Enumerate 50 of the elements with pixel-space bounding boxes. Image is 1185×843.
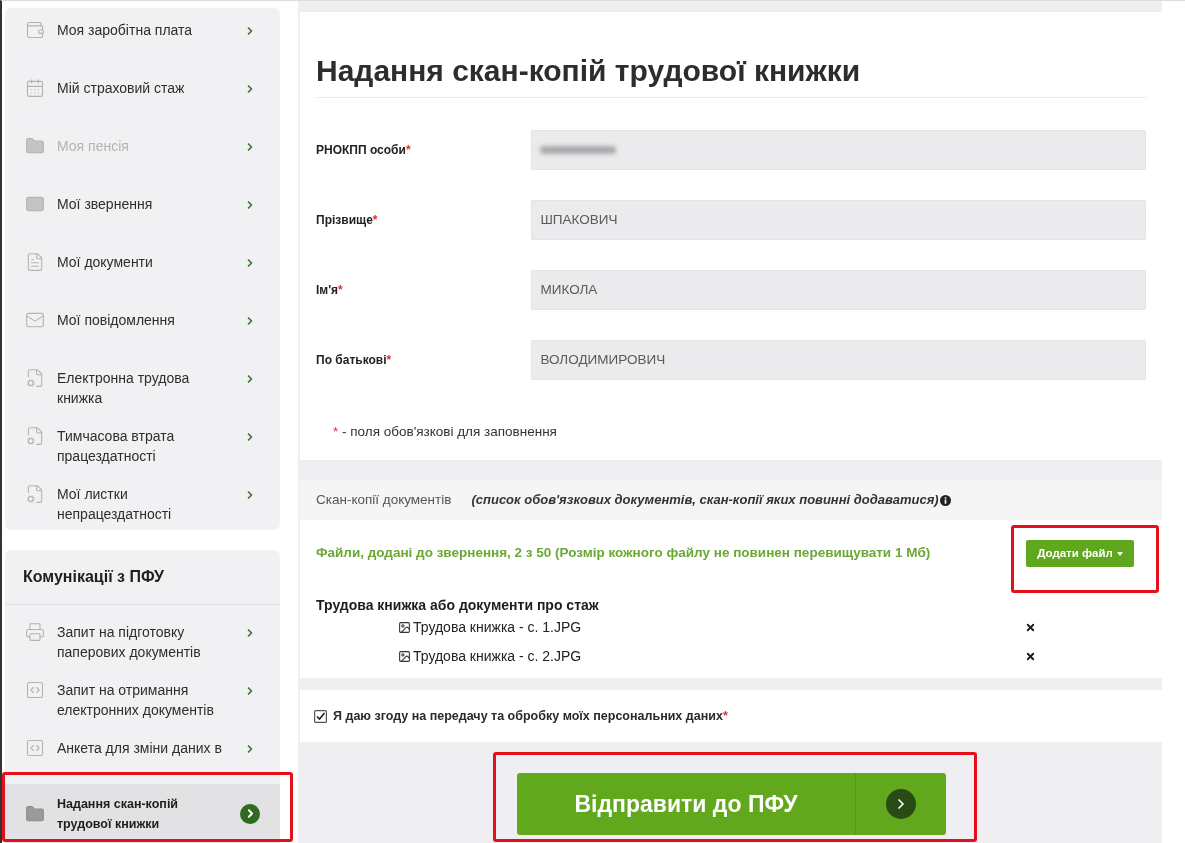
sidebar-item[interactable]: Мої листки непрацездатності <box>5 472 280 530</box>
remove-icon[interactable] <box>1025 621 1036 633</box>
envelope-icon <box>25 194 45 214</box>
remove-icon[interactable] <box>1025 650 1036 662</box>
field-label: РНОКПП особи* <box>316 142 412 159</box>
field-label: По батькові* <box>316 352 393 369</box>
document-gear-icon <box>25 484 45 504</box>
folder-icon <box>25 803 45 824</box>
sidebar-item[interactable]: Мої документи <box>5 240 280 298</box>
sidebar-item[interactable]: Мої повідомлення <box>5 298 280 356</box>
code-icon <box>25 738 45 758</box>
checkbox[interactable] <box>314 709 327 723</box>
section-title: Комунікації з ПФУ <box>23 567 164 587</box>
sidebar-item[interactable]: Мої звернення <box>5 182 280 240</box>
caret-icon <box>1116 551 1123 556</box>
text-field[interactable]: МИКОЛА <box>531 270 1146 310</box>
file-name[interactable]: Трудова книжка - с. 2.JPG <box>413 645 582 667</box>
text-field[interactable]: ШПАКОВИЧ <box>531 200 1146 240</box>
document-icon <box>25 252 45 272</box>
sidebar-item[interactable]: Запит на підготовку паперових документів <box>5 610 280 668</box>
page-title: Надання скан-копій трудової книжки <box>316 54 862 88</box>
text-field[interactable] <box>531 130 1146 170</box>
file-name[interactable]: Трудова книжка - с. 1.JPG <box>413 616 582 638</box>
section-title: Скан-копії документів <box>316 490 452 509</box>
consent-label: Я даю згоду на передачу та обробку моїх персональних даних* <box>333 707 728 725</box>
printer-icon <box>25 622 45 642</box>
sidebar-item[interactable]: Запит на отримання електронних документів <box>5 668 280 726</box>
sidebar-item[interactable]: Надання скан-копій трудової книжки <box>5 784 280 843</box>
sidebar-item[interactable]: Тимчасова втрата працездатності <box>5 414 280 472</box>
sidebar-item[interactable]: Електронна трудова книжка <box>5 356 280 414</box>
wallet-icon <box>25 20 45 40</box>
document-gear-icon <box>25 368 45 388</box>
required-note: * - поля обов'язкові для заповнення <box>333 423 558 441</box>
image-file-icon <box>398 649 411 663</box>
section-hint: (список обов'язкових документів, скан-копії яких повинні додаватися) <box>471 491 939 510</box>
info-icon <box>939 494 951 506</box>
field-label: Прізвище* <box>316 212 379 229</box>
sidebar-item[interactable]: Мій страховий стаж <box>5 66 280 124</box>
files-info: Файли, додані до звернення, 2 з 50 (Розмір кожного файлу не повинен перевищувати 1 Мб) <box>316 544 931 563</box>
code-icon <box>25 680 45 700</box>
sidebar-item[interactable]: Моя заробітна плата <box>5 8 280 66</box>
field-label: Ім'я* <box>316 282 344 299</box>
image-file-icon <box>398 620 411 634</box>
group-title: Трудова книжка або документи про стаж <box>316 596 600 614</box>
folder-icon <box>25 136 45 156</box>
calendar-icon <box>25 78 45 98</box>
envelope-icon <box>25 310 45 330</box>
sidebar-item[interactable]: Анкета для зміни даних в <box>5 726 280 784</box>
document-gear-icon <box>25 426 45 446</box>
text-field[interactable]: ВОЛОДИМИРОВИЧ <box>531 340 1146 380</box>
